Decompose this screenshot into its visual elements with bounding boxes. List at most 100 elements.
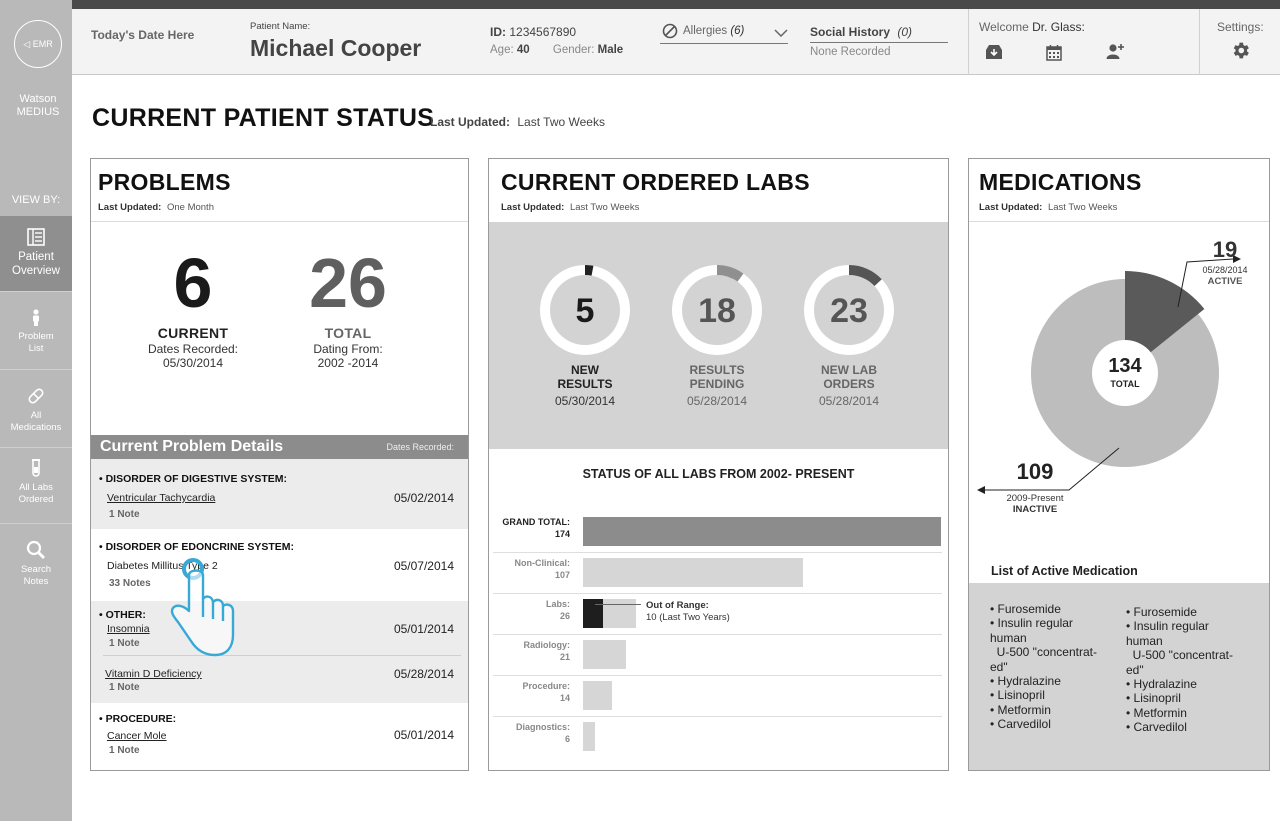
bar[interactable] bbox=[583, 681, 612, 710]
person-icon bbox=[33, 309, 39, 326]
out-of-range-value: 10 (Last Two Years) bbox=[646, 612, 730, 623]
medication-item: • Furosemide bbox=[990, 602, 1061, 616]
search-icon bbox=[26, 540, 45, 559]
allergies-label: Allergies (6) bbox=[683, 25, 744, 37]
problem-date: 05/07/2014 bbox=[393, 559, 454, 573]
problem-notes-count[interactable]: 1 Note bbox=[109, 509, 140, 520]
last-updated-label: Last Updated: bbox=[98, 202, 162, 213]
total-label: TOTAL bbox=[324, 325, 372, 341]
donut-label-line: PENDING bbox=[689, 377, 745, 391]
bar[interactable] bbox=[583, 722, 596, 751]
last-updated-label: Last Updated: bbox=[430, 115, 511, 129]
bar-category: Non-Clinical: bbox=[514, 558, 571, 568]
brand-label: Watson MEDIUS bbox=[16, 93, 60, 118]
sidebar-item-patient-overview[interactable]: Patient Overview bbox=[0, 216, 72, 292]
active-medication-list-title: List of Active Medication bbox=[991, 564, 1138, 578]
problem-notes-count[interactable]: 1 Note bbox=[109, 638, 140, 649]
todays-date: Today's Date Here bbox=[91, 28, 195, 42]
category-name: • PROCEDURE: bbox=[99, 713, 177, 725]
last-updated-label: Last Updated: bbox=[979, 202, 1043, 213]
medication-item: • Hydralazine bbox=[990, 674, 1061, 689]
top-stripe bbox=[72, 0, 1280, 9]
inactive-arrow bbox=[977, 486, 985, 494]
problem-notes-count[interactable]: 1 Note bbox=[109, 682, 140, 693]
divider bbox=[103, 655, 461, 656]
header-divider bbox=[968, 9, 969, 75]
category-name: • DISORDER OF DIGESTIVE SYSTEM: bbox=[99, 473, 288, 485]
gear-icon[interactable] bbox=[1230, 40, 1251, 61]
inbox-download-icon[interactable] bbox=[985, 44, 1003, 60]
bar-divider bbox=[493, 716, 942, 717]
bar-category: GRAND TOTAL: bbox=[502, 517, 570, 527]
medication-item: • Hydralazine bbox=[1126, 677, 1197, 692]
bar-label: Diagnostics: 6 bbox=[489, 721, 570, 745]
bar-value: 26 bbox=[559, 611, 570, 621]
allergies-text: Allergies bbox=[683, 25, 728, 37]
sidebar-item-search-notes[interactable]: Search Notes bbox=[0, 524, 72, 600]
donut-value: 5 bbox=[576, 292, 595, 330]
welcome-text: Welcome bbox=[979, 20, 1029, 34]
bar-label: Procedure: 14 bbox=[489, 680, 570, 704]
medication-item: ed" bbox=[990, 659, 1008, 674]
medication-item: • Metformin bbox=[990, 702, 1051, 717]
bar-label: GRAND TOTAL: 174 bbox=[489, 516, 570, 540]
add-user-icon[interactable] bbox=[1106, 43, 1125, 60]
bar-label: Radiology: 21 bbox=[489, 639, 571, 663]
bar[interactable] bbox=[583, 517, 941, 546]
donut-label-line: ORDERS bbox=[823, 377, 875, 391]
donut-label-line: NEW bbox=[571, 363, 599, 377]
problem-link[interactable]: Cancer Mole bbox=[107, 730, 167, 742]
category-name: • OTHER: bbox=[99, 609, 146, 621]
bar[interactable] bbox=[583, 558, 804, 587]
problem-category: • DISORDER OF DIGESTIVE SYSTEM: Ventricu… bbox=[91, 459, 468, 529]
donut-date: 05/28/2014 bbox=[686, 394, 748, 408]
emr-back-button[interactable]: ◁ EMR bbox=[14, 20, 62, 68]
bar-divider bbox=[493, 552, 942, 553]
donut-label: RESULTS PENDING bbox=[667, 363, 767, 391]
sidebar-item-all-medications[interactable]: All Medications bbox=[0, 370, 72, 448]
page-title: CURRENT PATIENT STATUS bbox=[92, 104, 435, 132]
problem-link[interactable]: Ventricular Tachycardia bbox=[107, 492, 215, 504]
medication-item: • Carvedilol bbox=[1126, 720, 1187, 735]
donut-label-line: NEW LAB bbox=[821, 363, 877, 377]
sidebar-item-label: All Labs Ordered bbox=[18, 482, 54, 505]
tap-gesture-icon bbox=[170, 558, 235, 657]
dates-recorded-label: Dates Recorded: bbox=[386, 442, 454, 452]
active-label: ACTIVE bbox=[1207, 276, 1243, 287]
last-updated-value: Last Two Weeks bbox=[1047, 202, 1118, 213]
problem-link[interactable]: Insomnia bbox=[107, 623, 150, 635]
social-history[interactable]: Social History (0) bbox=[810, 25, 948, 43]
labs-donuts: 5 18 23 bbox=[540, 265, 894, 355]
current-date: 05/30/2014 bbox=[162, 356, 224, 370]
problem-details-header: Current Problem Details Dates Recorded: bbox=[91, 435, 468, 459]
active-count: 19 bbox=[1212, 237, 1238, 262]
problem-category: • PROCEDURE: Cancer Mole 05/01/2014 1 No… bbox=[91, 703, 468, 770]
problems-last-updated: Last Updated: One Month bbox=[98, 202, 214, 213]
total-date-range: 2002 -2014 bbox=[317, 356, 379, 370]
problem-notes-count[interactable]: 1 Note bbox=[109, 745, 140, 756]
id-value: 1234567890 bbox=[509, 25, 577, 39]
donut-label: NEW RESULTS bbox=[535, 363, 635, 391]
doctor-name: Dr. Glass: bbox=[1032, 20, 1085, 34]
medication-item: • Insulin regular bbox=[990, 616, 1073, 631]
bar[interactable] bbox=[583, 640, 627, 669]
problem-link[interactable]: Vitamin D Deficiency bbox=[105, 668, 202, 680]
view-by-label: VIEW BY: bbox=[11, 194, 61, 206]
donut-date: 05/28/2014 bbox=[818, 394, 880, 408]
problem-notes-count[interactable]: 33 Notes bbox=[109, 578, 151, 589]
sidebar-item-label: Search Notes bbox=[20, 564, 52, 587]
sidebar: ◁ EMR Watson MEDIUS VIEW BY: Patient Ove… bbox=[0, 0, 72, 821]
sidebar-item-label: All Medications bbox=[10, 410, 62, 433]
medication-item: ed" bbox=[1126, 662, 1144, 677]
current-sub-label: Dates Recorded: bbox=[147, 342, 239, 356]
medication-item: U-500 "concentrat- bbox=[1126, 648, 1233, 663]
sidebar-item-all-labs-ordered[interactable]: All Labs Ordered bbox=[0, 448, 72, 524]
donut-label-line: RESULTS bbox=[689, 363, 745, 377]
calendar-icon[interactable] bbox=[1046, 44, 1062, 61]
labs-last-updated: Last Updated: Last Two Weeks bbox=[501, 202, 639, 213]
allergies-dropdown[interactable]: Allergies (6) bbox=[660, 22, 788, 44]
donut-value: 23 bbox=[830, 292, 868, 330]
problem-date: 05/01/2014 bbox=[393, 622, 454, 636]
no-allergy-icon bbox=[662, 23, 678, 39]
sidebar-item-problem-list[interactable]: Problem List bbox=[0, 292, 72, 370]
